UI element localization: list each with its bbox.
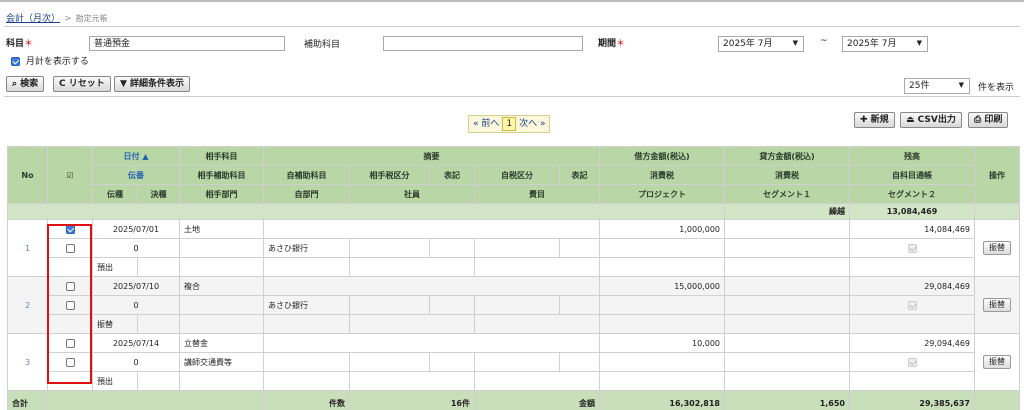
total-row: 合計 件数 16件 金額 16,302,818 1,650 29,385,637: [7, 390, 1020, 410]
col-mark2: 表記: [559, 165, 600, 185]
per-page-suffix: 件を表示: [978, 83, 1015, 93]
col-counter-sub: 相手補助科目: [179, 165, 264, 185]
col-counter-account: 相手科目: [179, 146, 264, 166]
self-transfer-checkbox: [907, 357, 917, 367]
account-input[interactable]: 普通預金: [89, 36, 285, 51]
count-value: 16件: [349, 390, 475, 410]
col-mark1: 表記: [429, 165, 475, 185]
transfer-button[interactable]: 振替: [983, 241, 1011, 255]
carry-forward-row: 繰越 13,084,469: [7, 203, 1020, 220]
col-voucher[interactable]: 伝番: [92, 165, 180, 185]
top-border: [0, 0, 1024, 2]
total-label: 合計: [7, 390, 48, 410]
carry-value: 13,084,469: [849, 203, 975, 220]
search-button[interactable]: ⌕ 検索: [6, 76, 45, 92]
period-label: 期間＊: [598, 39, 626, 49]
total-credit: 1,650: [724, 390, 850, 410]
col-check: ☑: [47, 146, 93, 204]
account-label: 科目＊: [6, 39, 34, 49]
col-counter-tax: 相手税区分: [349, 165, 430, 185]
col-self-dept: 自部門: [263, 184, 350, 204]
current-page[interactable]: 1: [502, 117, 517, 131]
col-seg2: セグメント２: [849, 184, 975, 204]
total-balance: 29,385,637: [849, 390, 975, 410]
pager: « 前へ 1 次へ »: [468, 115, 551, 133]
transfer-button[interactable]: 振替: [983, 298, 1011, 312]
col-date-sort[interactable]: 日付 ▲: [92, 146, 180, 166]
amount-label: 金額: [474, 390, 600, 410]
show-monthly-option: 月計を表示する: [11, 54, 89, 67]
sub-account-input[interactable]: [383, 36, 583, 51]
self-transfer-checkbox: [907, 243, 917, 253]
next-page-link[interactable]: 次へ »: [519, 119, 545, 129]
divider: [4, 26, 1020, 27]
breadcrumb-current: 勘定元帳: [75, 14, 108, 23]
csv-export-button[interactable]: ⏏ CSV出力: [900, 112, 962, 128]
col-self-sub: 自補助科目: [263, 165, 350, 185]
col-project: プロジェクト: [599, 184, 725, 204]
col-self-tax: 自税区分: [474, 165, 560, 185]
row-no: 2: [7, 276, 48, 334]
carry-label: 繰越: [724, 203, 850, 220]
chevron-down-icon: ▼: [958, 81, 964, 89]
col-type1: 伝種: [92, 184, 138, 204]
col-counter-dept: 相手部門: [179, 184, 264, 204]
col-item: 費目: [474, 184, 600, 204]
col-operation: 操作: [974, 146, 1020, 204]
col-seg1: セグメント１: [724, 184, 850, 204]
self-transfer-checkbox: [907, 300, 917, 310]
print-button[interactable]: ⎙ 印刷: [968, 112, 1009, 128]
ledger-table: No ☑ 日付 ▲ 相手科目 摘要 借方金額(税込) 貸方金額(税込) 残高 操…: [7, 146, 1020, 410]
period-separator: ~: [820, 36, 828, 46]
col-credit: 貸方金額(税込): [724, 146, 850, 166]
table-row: 2 2025/07/10 複合 15,000,000 29,084,469 振替: [7, 276, 1020, 334]
period-from-select[interactable]: 2025年 7月 ▼: [718, 36, 804, 52]
per-page-select[interactable]: 25件 ▼: [904, 78, 970, 94]
table-row: 1 2025/07/01 土地 1,000,000 14,084,469 振替: [7, 219, 1020, 277]
divider: [4, 96, 1020, 97]
transfer-button[interactable]: 振替: [983, 355, 1011, 369]
detail-conditions-button[interactable]: ▼ 詳細条件表示: [114, 76, 191, 92]
table-row: 3 2025/07/14 立替金 10,000 29,094,469 振替: [7, 333, 1020, 391]
period-to-select[interactable]: 2025年 7月 ▼: [842, 36, 928, 52]
col-type2: 決種: [137, 184, 180, 204]
breadcrumb: 会計（月次） > 勘定元帳: [6, 14, 108, 24]
row-no: 3: [7, 333, 48, 391]
show-monthly-checkbox[interactable]: [11, 57, 20, 66]
prev-page-link[interactable]: « 前へ: [473, 119, 499, 129]
col-self-transfer: 自科目通帳: [849, 165, 975, 185]
col-employee: 社員: [349, 184, 475, 204]
highlight-annotation-box: [47, 224, 92, 384]
col-no: No: [7, 146, 48, 204]
count-label: 件数: [263, 390, 350, 410]
col-tax1: 消費税: [599, 165, 725, 185]
col-balance: 残高: [849, 146, 975, 166]
chevron-down-icon: ▼: [916, 39, 922, 47]
col-debit: 借方金額(税込): [599, 146, 725, 166]
row-no: 1: [7, 219, 48, 277]
col-summary: 摘要: [263, 146, 600, 166]
new-button[interactable]: ✚ 新規: [854, 112, 895, 128]
col-tax2: 消費税: [724, 165, 850, 185]
total-debit: 16,302,818: [599, 390, 725, 410]
reset-button[interactable]: C リセット: [53, 76, 111, 92]
sub-account-label: 補助科目: [304, 40, 341, 50]
breadcrumb-link[interactable]: 会計（月次）: [6, 14, 60, 24]
chevron-down-icon: ▼: [792, 39, 798, 47]
